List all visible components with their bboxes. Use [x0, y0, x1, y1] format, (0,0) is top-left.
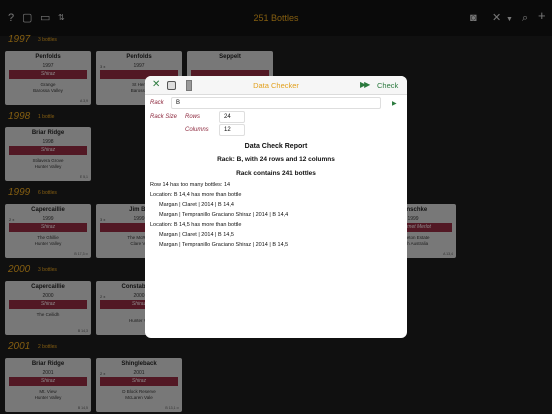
report-line: Location: B 14,4 has more than bottle: [150, 192, 242, 198]
app-window: ? ▢ ▭ ⇅ 251 Bottles ◙ ✕ ▼ ⌕ + 1997 3 bot…: [0, 0, 552, 414]
columns-input[interactable]: 12: [219, 124, 245, 136]
data-checker-dialog: ✕ Data Checker ▶▶ Check Rack B ▶ Rack Si…: [145, 76, 407, 338]
report-line: Margan | Tempranillo Graciano Shiraz | 2…: [159, 242, 289, 248]
check-button[interactable]: Check: [377, 81, 398, 90]
report-line: Location: B 14,5 has more than bottle: [150, 222, 242, 228]
rack-input[interactable]: B: [171, 97, 381, 109]
report-subtitle: Rack: B, with 24 rows and 12 columns: [217, 156, 335, 163]
rack-go-icon[interactable]: ▶: [392, 100, 397, 107]
report-line: Margan | Claret | 2014 | B 14,4: [159, 202, 234, 208]
report-title: Data Check Report: [244, 143, 308, 150]
report-line: Margan | Claret | 2014 | B 14,5: [159, 232, 234, 238]
fast-forward-icon[interactable]: ▶▶: [360, 80, 370, 89]
report-line: Row 14 has too many bottles: 14: [150, 182, 231, 188]
report-summary: Rack contains 241 bottles: [236, 170, 316, 177]
columns-label: Columns: [185, 127, 209, 133]
rows-input[interactable]: 24: [219, 111, 245, 123]
rack-size-label: Rack Size: [150, 114, 178, 120]
report-line: Margan | Tempranillo Graciano Shiraz | 2…: [159, 212, 289, 218]
rack-label: Rack: [150, 100, 164, 106]
rows-label: Rows: [185, 114, 201, 120]
dialog-header: ✕ Data Checker ▶▶ Check: [145, 76, 407, 95]
